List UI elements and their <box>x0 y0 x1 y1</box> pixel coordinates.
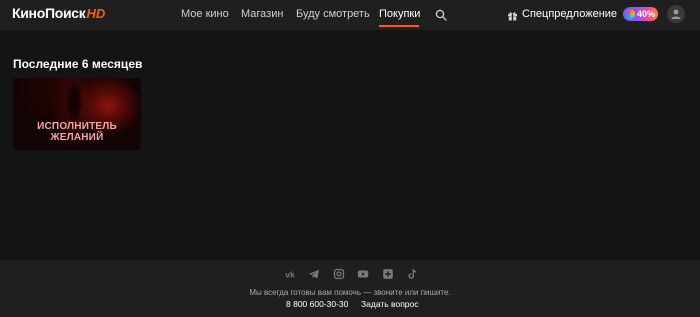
section-title: Последние 6 месяцев <box>13 57 143 71</box>
active-tab-indicator <box>379 25 419 27</box>
footer: vk Мы всегда готовы вам помочь — звоните… <box>0 260 700 317</box>
youtube-icon[interactable] <box>357 268 369 280</box>
tiktok-icon[interactable] <box>407 268 419 280</box>
movie-poster-card[interactable]: ИСПОЛНИТЕЛЬ ЖЕЛАНИЙ <box>13 78 141 150</box>
nav-purchases[interactable]: Покупки <box>379 8 420 20</box>
svg-text:vk: vk <box>285 270 295 280</box>
plus-logo-icon <box>625 9 635 19</box>
plus-discount-label: 40% <box>637 9 656 19</box>
special-offer-link[interactable]: Спецпредложение <box>522 8 617 20</box>
avatar[interactable] <box>667 5 685 23</box>
plus-discount-badge[interactable]: 40% <box>623 7 658 21</box>
nav-my-movies[interactable]: Мое кино <box>181 8 229 20</box>
nav-watch-later[interactable]: Буду смотреть <box>296 8 370 20</box>
logo-hd-suffix: HD <box>86 6 106 21</box>
poster-title: ИСПОЛНИТЕЛЬ ЖЕЛАНИЙ <box>13 121 141 143</box>
instagram-icon[interactable] <box>333 268 345 280</box>
poster-artwork <box>63 80 85 126</box>
vk-icon[interactable]: vk <box>284 268 296 280</box>
poster-title-line-1: ИСПОЛНИТЕЛЬ <box>37 121 117 132</box>
user-icon <box>671 9 681 19</box>
top-bar: КиноПоиск HD Мое кино Магазин Буду смотр… <box>0 0 700 30</box>
search-icon[interactable] <box>435 8 447 21</box>
odnoklassniki-icon[interactable] <box>382 268 394 280</box>
kinopoisk-hd-logo[interactable]: КиноПоиск HD <box>12 5 105 23</box>
nav-store[interactable]: Магазин <box>241 8 283 20</box>
poster-title-line-2: ЖЕЛАНИЙ <box>50 132 104 143</box>
logo-text: КиноПоиск <box>12 5 86 21</box>
support-phone-link[interactable]: 8 800 600-30-30 <box>286 299 348 309</box>
telegram-icon[interactable] <box>308 268 320 280</box>
support-text: Мы всегда готовы вам помочь — звоните ил… <box>249 288 451 297</box>
gift-icon[interactable] <box>507 8 518 21</box>
ask-question-link[interactable]: Задать вопрос <box>361 299 419 309</box>
